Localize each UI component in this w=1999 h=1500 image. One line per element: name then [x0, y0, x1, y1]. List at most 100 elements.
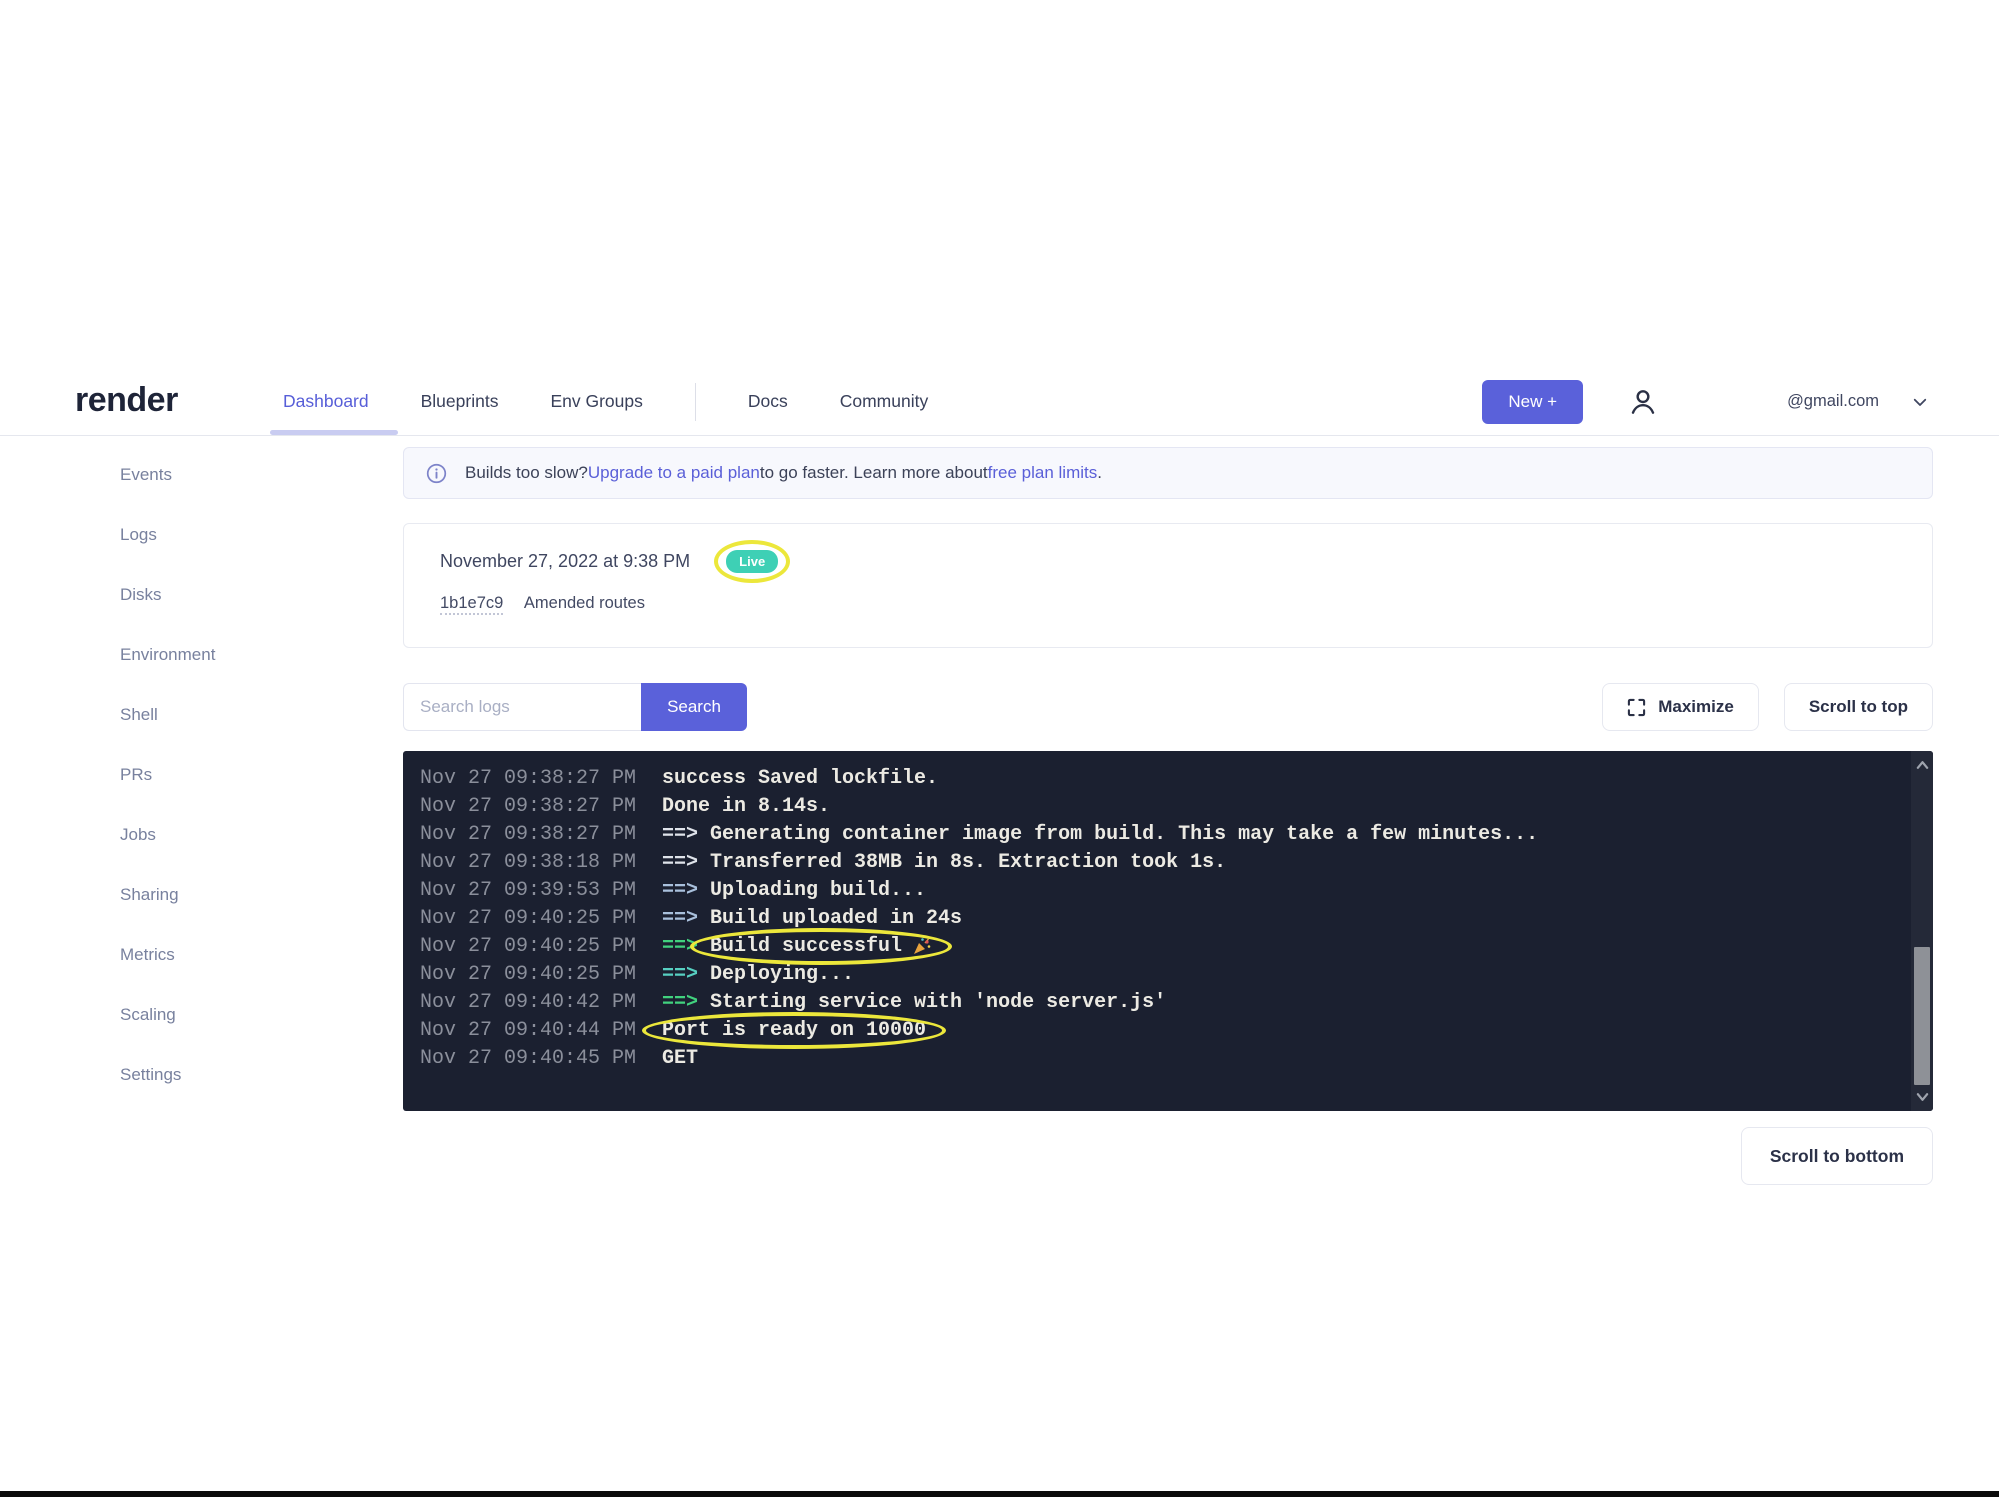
log-arrow: ==>	[662, 851, 698, 874]
log-terminal[interactable]: Nov 27 09:38:27 PMsuccess Saved lockfile…	[403, 751, 1933, 1111]
log-message: Done in 8.14s.	[662, 795, 830, 818]
log-text: Build uploaded in 24s	[710, 907, 962, 930]
live-status-wrap: Live	[726, 550, 778, 573]
log-text: Done in 8.14s.	[662, 795, 830, 818]
sidebar-item-logs[interactable]: Logs	[120, 505, 360, 565]
log-line: Nov 27 09:38:27 PM==> Generating containe…	[420, 820, 1883, 848]
log-arrow: ==>	[662, 963, 698, 986]
log-arrow: ==>	[662, 879, 698, 902]
log-message: ==> Build successful	[662, 935, 932, 958]
log-arrow: ==>	[662, 935, 698, 958]
live-status-badge: Live	[726, 550, 778, 573]
log-text: Generating container image from build. T…	[710, 823, 1538, 846]
sidebar: EventsLogsDisksEnvironmentShellPRsJobsSh…	[120, 445, 360, 1105]
log-timestamp: Nov 27 09:39:53 PM	[420, 879, 662, 902]
scrollbar-up-arrow[interactable]	[1911, 753, 1933, 777]
maximize-icon	[1627, 698, 1646, 717]
scroll-to-top-button[interactable]: Scroll to top	[1784, 683, 1933, 731]
upgrade-banner: Builds too slow? Upgrade to a paid plan …	[403, 447, 1933, 499]
log-line: Nov 27 09:40:25 PM==>Deploying...	[420, 960, 1883, 988]
search-logs-input[interactable]	[403, 683, 641, 731]
sidebar-item-prs[interactable]: PRs	[120, 745, 360, 805]
log-line: Nov 27 09:40:42 PM==> Starting service wi…	[420, 988, 1883, 1016]
log-timestamp: Nov 27 09:40:45 PM	[420, 1047, 662, 1070]
log-timestamp: Nov 27 09:40:25 PM	[420, 907, 662, 930]
log-text: Build successful	[710, 935, 902, 958]
log-text: Starting service with 'node server.js'	[710, 991, 1166, 1014]
log-message: ==> Transferred 38MB in 8s. Extraction to…	[662, 851, 1226, 874]
render-logo[interactable]: render	[75, 381, 178, 420]
maximize-label: Maximize	[1658, 697, 1734, 717]
commit-hash[interactable]: 1b1e7c9	[440, 594, 503, 615]
sidebar-item-scaling[interactable]: Scaling	[120, 985, 360, 1045]
log-timestamp: Nov 27 09:38:27 PM	[420, 823, 662, 846]
nav-item-env-groups[interactable]: Env Groups	[550, 391, 642, 412]
log-timestamp: Nov 27 09:38:18 PM	[420, 851, 662, 874]
log-timestamp: Nov 27 09:38:27 PM	[420, 767, 662, 790]
new-button[interactable]: New +	[1482, 380, 1583, 424]
log-arrow: ==>	[662, 823, 698, 846]
log-message: ==> Starting service with 'node server.js…	[662, 991, 1166, 1014]
annotated-log-text: Build successful	[710, 935, 932, 958]
log-timestamp: Nov 27 09:40:25 PM	[420, 963, 662, 986]
sidebar-item-jobs[interactable]: Jobs	[120, 805, 360, 865]
account-email[interactable]: @gmail.com	[1787, 392, 1879, 411]
log-line: Nov 27 09:39:53 PM==> Uploading build...	[420, 876, 1883, 904]
log-text: Uploading build...	[710, 879, 926, 902]
nav-item-blueprints[interactable]: Blueprints	[421, 391, 499, 412]
sidebar-item-sharing[interactable]: Sharing	[120, 865, 360, 925]
log-timestamp: Nov 27 09:40:25 PM	[420, 935, 662, 958]
log-line: Nov 27 09:40:25 PM==> Build successful	[420, 932, 1883, 960]
sidebar-item-shell[interactable]: Shell	[120, 685, 360, 745]
nav-item-dashboard[interactable]: Dashboard	[283, 391, 369, 412]
log-timestamp: Nov 27 09:40:44 PM	[420, 1019, 662, 1042]
log-arrow: ==>	[662, 991, 698, 1014]
log-message: ==> Build uploaded in 24s	[662, 907, 962, 930]
log-text: success Saved lockfile.	[662, 767, 938, 790]
free-plan-limits-link[interactable]: free plan limits	[988, 463, 1098, 483]
log-arrow: ==>	[662, 907, 698, 930]
log-line: Nov 27 09:40:44 PMPort is ready on 10000	[420, 1016, 1883, 1044]
deploy-date: November 27, 2022 at 9:38 PM	[440, 551, 690, 572]
sidebar-item-events[interactable]: Events	[120, 445, 360, 505]
log-line: Nov 27 09:40:25 PM==> Build uploaded in 2…	[420, 904, 1883, 932]
scroll-to-bottom-button[interactable]: Scroll to bottom	[1741, 1127, 1933, 1185]
log-line: Nov 27 09:38:27 PMDone in 8.14s.	[420, 792, 1883, 820]
scrollbar-thumb[interactable]	[1914, 947, 1930, 1085]
log-timestamp: Nov 27 09:38:27 PM	[420, 795, 662, 818]
bottom-black-bar	[0, 1491, 1999, 1497]
chevron-down-icon[interactable]	[1911, 393, 1929, 411]
sidebar-item-metrics[interactable]: Metrics	[120, 925, 360, 985]
banner-text-middle: to go faster. Learn more about	[760, 463, 988, 483]
log-message: ==> Uploading build...	[662, 879, 926, 902]
annotated-log-text: Port is ready on 10000	[662, 1019, 926, 1042]
log-message: GET	[662, 1047, 698, 1070]
nav-right-group: New + @gmail.com	[1482, 368, 1929, 435]
scrollbar-down-arrow[interactable]	[1911, 1085, 1933, 1109]
nav-item-community[interactable]: Community	[840, 391, 929, 412]
log-line: Nov 27 09:38:18 PM==> Transferred 38MB in…	[420, 848, 1883, 876]
party-popper-icon	[912, 936, 932, 956]
top-navbar: render Dashboard Blueprints Env Groups Docs…	[0, 368, 1999, 436]
commit-message: Amended routes	[524, 594, 645, 612]
nav-divider	[695, 383, 696, 421]
log-message: ==> Generating container image from build…	[662, 823, 1538, 846]
sidebar-item-disks[interactable]: Disks	[120, 565, 360, 625]
sidebar-item-settings[interactable]: Settings	[120, 1045, 360, 1105]
log-message: Port is ready on 10000	[662, 1019, 926, 1042]
deploy-card: November 27, 2022 at 9:38 PM Live 1b1e7c…	[403, 523, 1933, 648]
log-text: Port is ready on 10000	[662, 1019, 926, 1042]
maximize-button[interactable]: Maximize	[1602, 683, 1759, 731]
log-text: GET	[662, 1047, 698, 1070]
banner-text-end: .	[1097, 463, 1102, 483]
info-icon	[426, 463, 447, 484]
nav-item-docs[interactable]: Docs	[748, 391, 788, 412]
upgrade-plan-link[interactable]: Upgrade to a paid plan	[588, 463, 760, 483]
search-button[interactable]: Search	[641, 683, 747, 731]
terminal-scrollbar	[1911, 751, 1933, 1111]
user-profile-icon[interactable]	[1627, 386, 1659, 418]
sidebar-item-environment[interactable]: Environment	[120, 625, 360, 685]
log-timestamp: Nov 27 09:40:42 PM	[420, 991, 662, 1014]
log-lines: Nov 27 09:38:27 PMsuccess Saved lockfile…	[420, 764, 1883, 1072]
log-text: Transferred 38MB in 8s. Extraction took …	[710, 851, 1226, 874]
